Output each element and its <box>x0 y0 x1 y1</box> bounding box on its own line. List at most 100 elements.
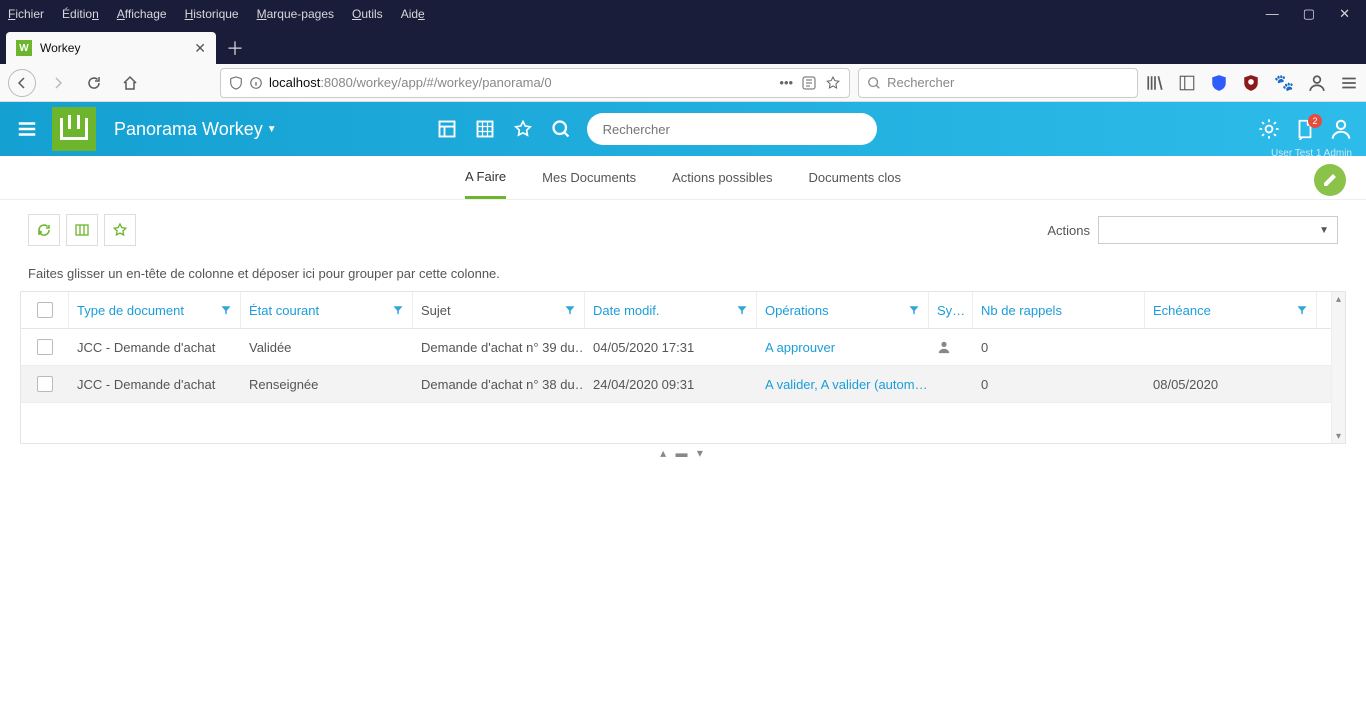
window-close[interactable]: ✕ <box>1339 6 1350 22</box>
content-tabs: A Faire Mes Documents Actions possibles … <box>0 156 1366 200</box>
filter-icon[interactable] <box>1296 304 1308 316</box>
row-checkbox[interactable] <box>37 339 53 355</box>
panel-icon[interactable] <box>437 119 457 139</box>
browser-search-bar[interactable]: Rechercher <box>858 68 1138 98</box>
nav-home-button[interactable] <box>116 69 144 97</box>
notifications-icon[interactable]: 2 <box>1294 118 1316 140</box>
app-title-dropdown[interactable]: Panorama Workey ▼ <box>114 119 277 140</box>
cell-echeance: 08/05/2020 <box>1145 366 1317 402</box>
menu-outils[interactable]: Outils <box>352 7 383 21</box>
app-title-text: Panorama Workey <box>114 119 263 140</box>
col-echeance[interactable]: Echéance <box>1145 292 1317 328</box>
table-header-row: Type de document État courant Sujet Date… <box>21 292 1331 329</box>
cell-etat: Renseignée <box>241 366 413 402</box>
ublock-icon[interactable] <box>1242 74 1260 92</box>
extension-icon[interactable]: 🐾 <box>1274 73 1294 93</box>
app-search-field[interactable] <box>603 122 861 137</box>
filter-icon[interactable] <box>392 304 404 316</box>
window-minimize[interactable]: — <box>1266 6 1279 22</box>
cell-sujet: Demande d'achat n° 38 du… <box>413 366 585 402</box>
nav-back-button[interactable] <box>8 69 36 97</box>
columns-button[interactable] <box>66 214 98 246</box>
browser-tab[interactable]: W Workey ✕ <box>6 32 216 64</box>
tab-mes-documents[interactable]: Mes Documents <box>542 156 636 199</box>
cell-operations[interactable]: A approuver <box>757 329 929 365</box>
tab-favicon: W <box>16 40 32 56</box>
row-checkbox[interactable] <box>37 376 53 392</box>
settings-gear-icon[interactable] <box>1258 118 1280 140</box>
create-fab-button[interactable] <box>1314 164 1346 196</box>
nav-reload-button[interactable] <box>80 69 108 97</box>
menu-marquepages[interactable]: Marque-pages <box>257 7 334 21</box>
menu-hamburger-button[interactable] <box>10 112 44 146</box>
group-hint-text: Faites glisser un en-tête de colonne et … <box>0 246 1366 291</box>
app-search-input[interactable] <box>587 113 877 145</box>
refresh-button[interactable] <box>28 214 60 246</box>
col-sujet[interactable]: Sujet <box>413 292 585 328</box>
cell-echeance <box>1145 329 1317 365</box>
resize-handle[interactable]: ▴ ▬ ▾ <box>0 444 1366 462</box>
col-rappels[interactable]: Nb de rappels <box>973 292 1145 328</box>
scrollbar[interactable]: ▴ ▾ <box>1331 292 1345 443</box>
nav-forward-button[interactable] <box>44 69 72 97</box>
star-button[interactable] <box>104 214 136 246</box>
url-text: localhost:8080/workey/app/#/workey/panor… <box>269 75 773 90</box>
col-operations[interactable]: Opérations <box>757 292 929 328</box>
user-icon[interactable] <box>1330 118 1352 140</box>
firefox-shield-icon[interactable] <box>1210 74 1228 92</box>
header-search-icon[interactable] <box>551 119 571 139</box>
filter-icon[interactable] <box>564 304 576 316</box>
cell-sync <box>929 329 973 365</box>
menu-edition[interactable]: Édition <box>62 7 99 21</box>
cell-operations[interactable]: A valider, A valider (autom… <box>757 366 929 402</box>
actions-dropdown[interactable]: ▼ <box>1098 216 1338 244</box>
header-right-group: 2 User Test 1 Admin <box>1258 118 1352 140</box>
cell-sync <box>929 366 973 402</box>
actions-label: Actions <box>1047 223 1090 238</box>
menu-affichage[interactable]: Affichage <box>117 7 167 21</box>
reader-icon[interactable] <box>801 75 817 91</box>
menu-fichier[interactable]: Fichier <box>8 7 44 21</box>
url-bar[interactable]: localhost:8080/workey/app/#/workey/panor… <box>220 68 850 98</box>
browser-menu-icon[interactable] <box>1340 74 1358 92</box>
search-placeholder: Rechercher <box>887 75 954 90</box>
filter-icon[interactable] <box>220 304 232 316</box>
checkbox-all[interactable] <box>37 302 53 318</box>
tab-close-icon[interactable]: ✕ <box>194 40 206 57</box>
url-more-icon[interactable]: ••• <box>779 75 793 91</box>
table-row[interactable]: JCC - Demande d'achat Validée Demande d'… <box>21 329 1331 366</box>
tab-a-faire[interactable]: A Faire <box>465 156 506 199</box>
new-tab-button[interactable]: ＋ <box>226 32 244 64</box>
col-etat[interactable]: État courant <box>241 292 413 328</box>
search-icon <box>867 76 881 90</box>
window-maximize[interactable]: ▢ <box>1303 6 1315 22</box>
browser-menubar: Fichier Édition Affichage Historique Mar… <box>0 0 1366 28</box>
col-date[interactable]: Date modif. <box>585 292 757 328</box>
menu-aide[interactable]: Aide <box>401 7 425 21</box>
library-icon[interactable] <box>1146 74 1164 92</box>
cell-date: 24/04/2020 09:31 <box>585 366 757 402</box>
col-sync[interactable]: Sy… <box>929 292 973 328</box>
tab-documents-clos[interactable]: Documents clos <box>809 156 901 199</box>
table-row[interactable]: JCC - Demande d'achat Renseignée Demande… <box>21 366 1331 403</box>
cell-date: 04/05/2020 17:31 <box>585 329 757 365</box>
scroll-up-icon[interactable]: ▴ <box>1334 294 1343 304</box>
cell-type: JCC - Demande d'achat <box>69 329 241 365</box>
col-type[interactable]: Type de document <box>69 292 241 328</box>
sidebar-icon[interactable] <box>1178 74 1196 92</box>
col-checkbox[interactable] <box>21 292 69 328</box>
cell-etat: Validée <box>241 329 413 365</box>
notification-badge: 2 <box>1308 114 1322 128</box>
filter-icon[interactable] <box>736 304 748 316</box>
favorite-icon[interactable] <box>513 119 533 139</box>
browser-tab-strip: W Workey ✕ ＋ <box>0 28 1366 64</box>
menu-historique[interactable]: Historique <box>185 7 239 21</box>
grid-icon[interactable] <box>475 119 495 139</box>
filter-icon[interactable] <box>908 304 920 316</box>
scroll-down-icon[interactable]: ▾ <box>1334 431 1343 441</box>
bookmark-star-icon[interactable] <box>825 75 841 91</box>
tab-actions-possibles[interactable]: Actions possibles <box>672 156 772 199</box>
account-icon[interactable] <box>1308 74 1326 92</box>
window-controls: — ▢ ✕ <box>1266 6 1358 22</box>
app-logo[interactable] <box>52 107 96 151</box>
